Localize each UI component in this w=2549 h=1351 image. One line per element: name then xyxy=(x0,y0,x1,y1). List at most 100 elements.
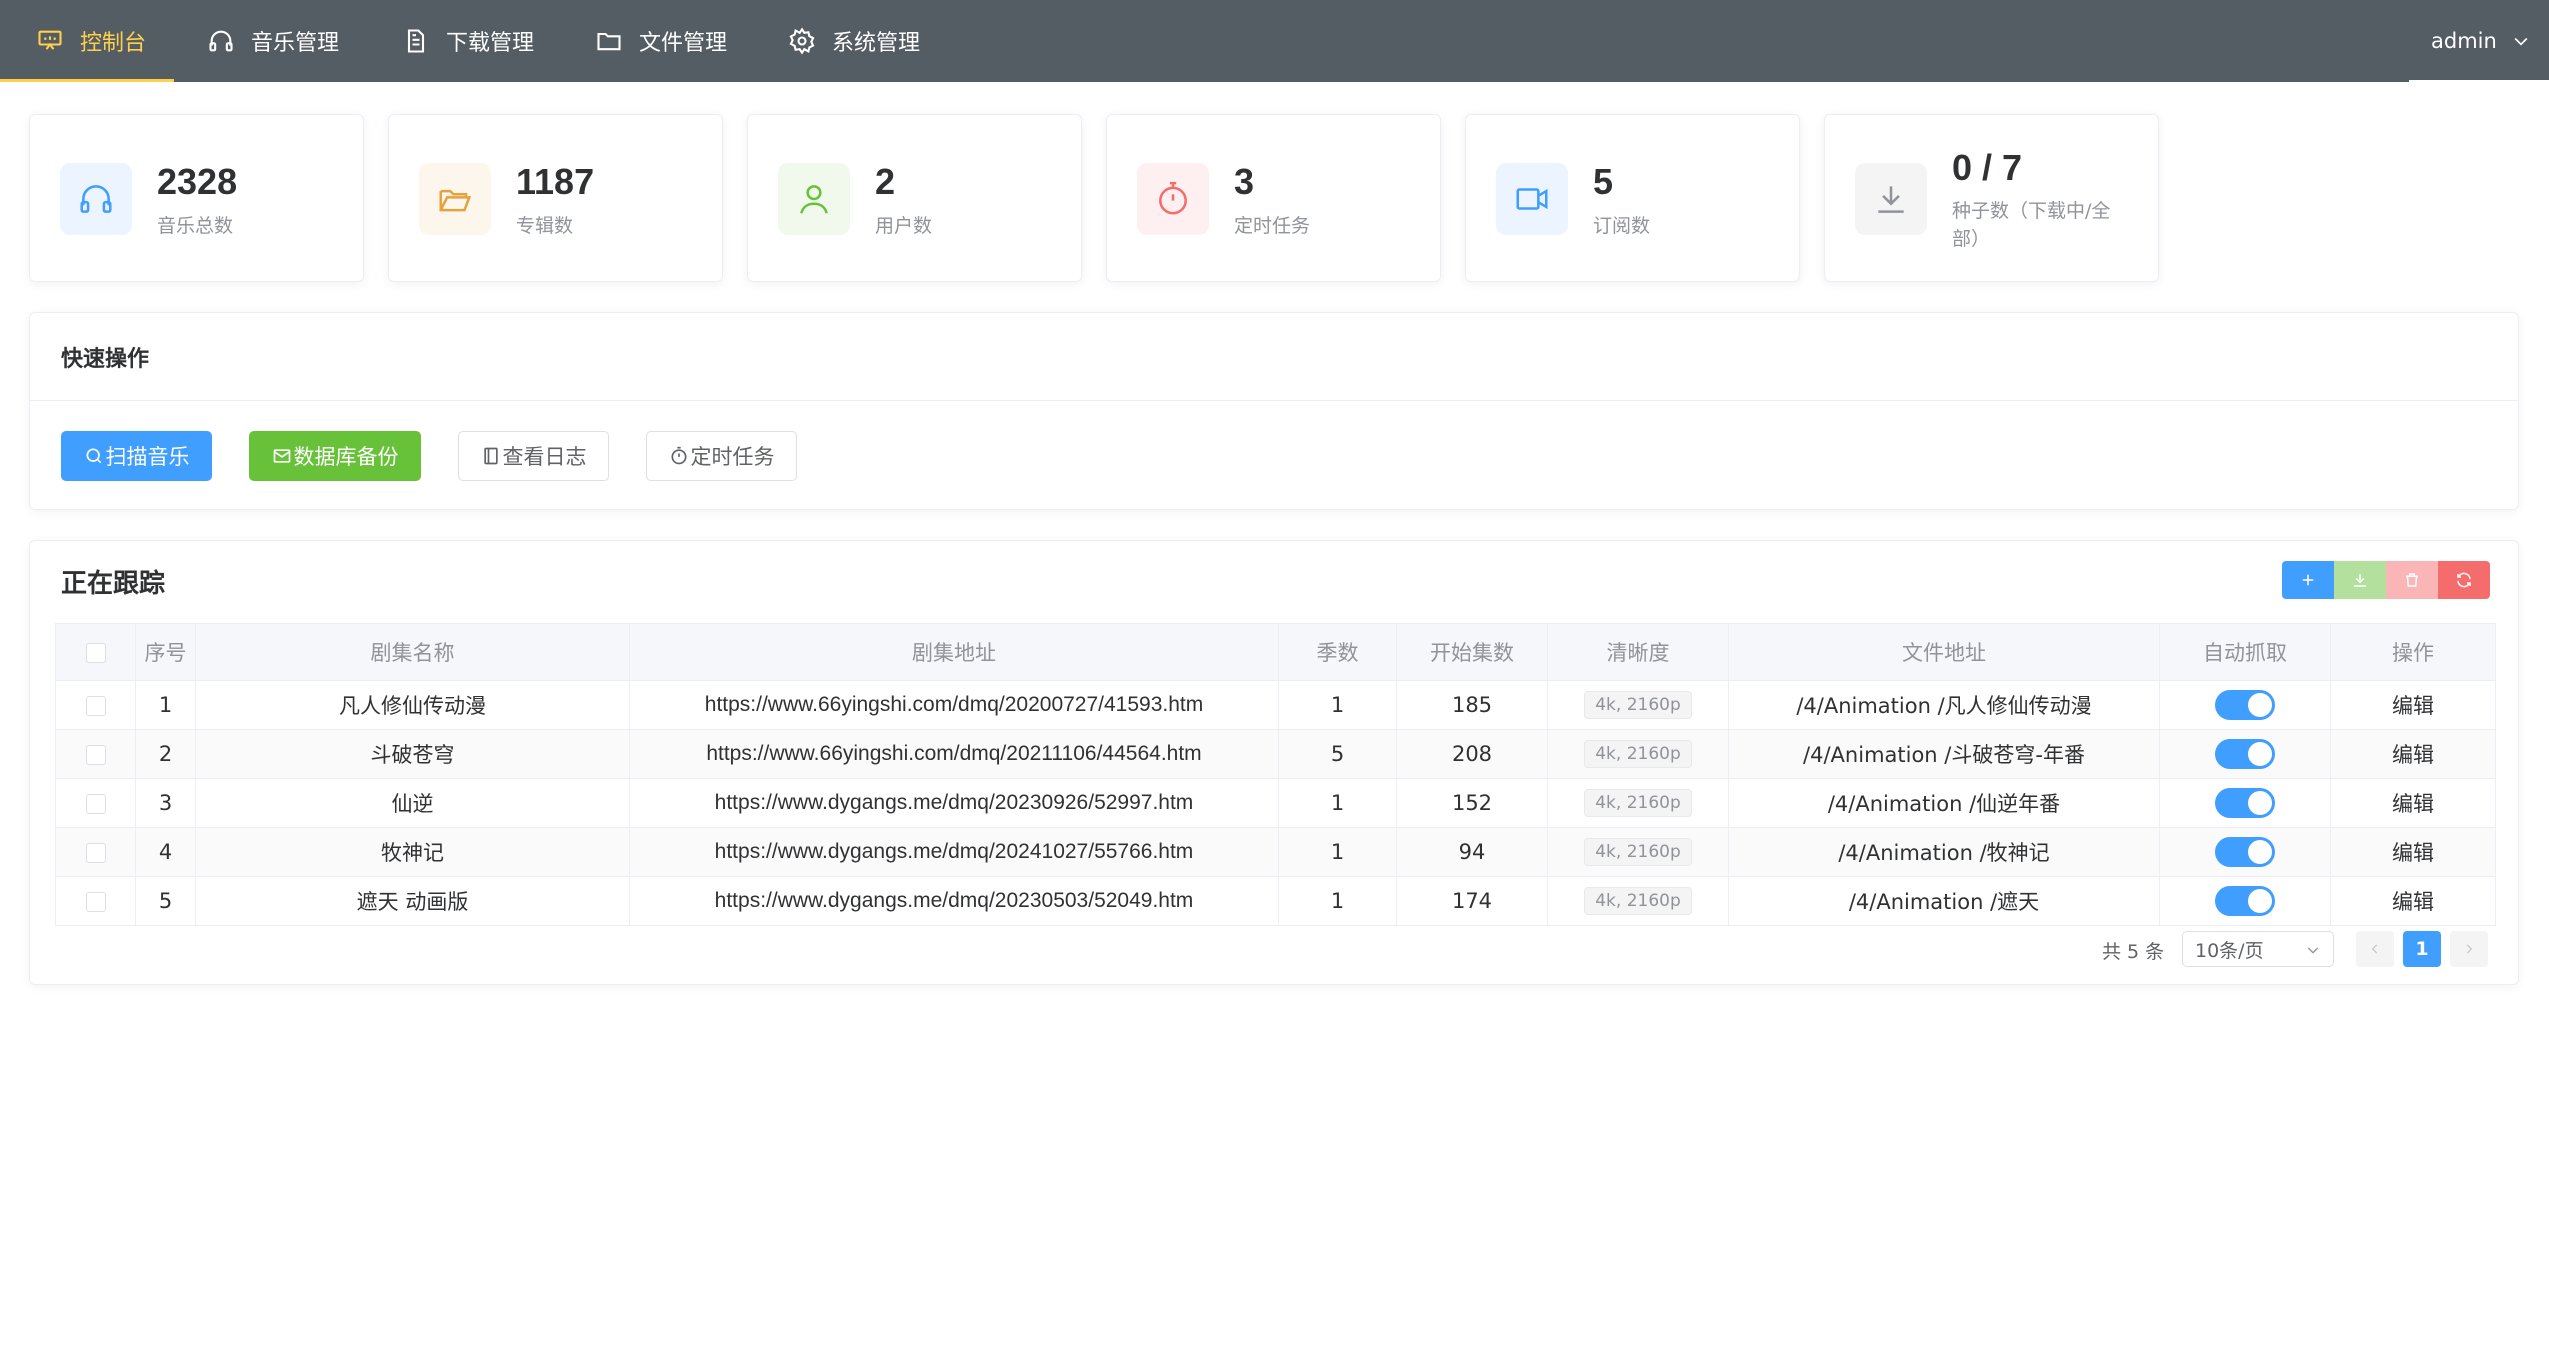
next-page-button[interactable] xyxy=(2450,931,2488,967)
row-select-cell[interactable] xyxy=(55,876,136,926)
season: 1 xyxy=(1278,827,1397,877)
delete-button[interactable] xyxy=(2386,561,2438,599)
auto-fetch-cell xyxy=(2159,729,2331,779)
auto-fetch-toggle[interactable] xyxy=(2215,886,2275,916)
stat-label: 音乐总数 xyxy=(157,215,234,237)
row-checkbox[interactable] xyxy=(85,696,106,716)
add-button[interactable] xyxy=(2282,561,2334,599)
edit-link[interactable]: 编辑 xyxy=(2330,778,2496,828)
table-row: 5 遮天 动画版 https://www.dygangs.me/dmq/2023… xyxy=(55,876,2496,926)
quality-tag: 4k, 2160p xyxy=(1584,740,1692,768)
nav-label: 下载管理 xyxy=(446,31,535,56)
nav-item-files[interactable]: 文件管理 xyxy=(595,0,727,82)
edit-link[interactable]: 编辑 xyxy=(2330,680,2496,730)
stat-value: 3 xyxy=(1234,161,1255,202)
folder-open-icon xyxy=(439,189,472,212)
row-select-cell[interactable] xyxy=(55,680,136,730)
row-select-cell[interactable] xyxy=(55,778,136,828)
quality-tag: 4k, 2160p xyxy=(1584,838,1692,866)
nav-item-music[interactable]: 音乐管理 xyxy=(207,0,339,82)
download-button[interactable] xyxy=(2334,561,2386,599)
stat-value: 5 xyxy=(1593,161,1614,202)
row-checkbox[interactable] xyxy=(85,794,106,814)
quick-actions-panel: 快速操作 扫描音乐 数据库备份 查看日志 定时任务 xyxy=(29,312,2519,510)
quality-tag: 4k, 2160p xyxy=(1584,691,1692,719)
season: 5 xyxy=(1278,729,1397,779)
season: 1 xyxy=(1278,680,1397,730)
scan-music-button[interactable]: 扫描音乐 xyxy=(61,431,212,481)
refresh-button[interactable] xyxy=(2438,561,2490,599)
nav-label: 文件管理 xyxy=(639,31,728,56)
select-all-cell[interactable] xyxy=(55,623,136,681)
select-all-checkbox[interactable] xyxy=(85,643,106,663)
quality-cell: 4k, 2160p xyxy=(1547,680,1729,730)
user-menu[interactable]: admin xyxy=(2409,0,2549,82)
nav-item-system[interactable]: 系统管理 xyxy=(788,0,920,82)
button-label: 扫描音乐 xyxy=(105,445,190,469)
page-number-current[interactable]: 1 xyxy=(2403,931,2441,967)
auto-fetch-toggle[interactable] xyxy=(2215,690,2275,720)
auto-fetch-toggle[interactable] xyxy=(2215,788,2275,818)
envelope-icon xyxy=(273,449,290,463)
row-select-cell[interactable] xyxy=(55,729,136,779)
quality-tag: 4k, 2160p xyxy=(1584,887,1692,915)
toggle-knob xyxy=(2248,742,2272,766)
start-episode: 208 xyxy=(1396,729,1548,779)
stat-card-torrents: 0 / 7 种子数（下载中/全部） xyxy=(1824,114,2159,282)
row-checkbox[interactable] xyxy=(85,745,106,765)
prev-page-button[interactable] xyxy=(2356,931,2394,967)
nav-label: 控制台 xyxy=(80,31,147,56)
start-episode: 152 xyxy=(1396,778,1548,828)
stat-label: 专辑数 xyxy=(516,215,574,237)
file-path: /4/Animation /凡人修仙传动漫 xyxy=(1728,680,2160,730)
start-episode: 94 xyxy=(1396,827,1548,877)
column-header: 文件地址 xyxy=(1728,623,2160,681)
row-checkbox[interactable] xyxy=(85,892,106,912)
edit-link[interactable]: 编辑 xyxy=(2330,827,2496,877)
database-backup-button[interactable]: 数据库备份 xyxy=(249,431,421,481)
nav-label: 系统管理 xyxy=(832,31,921,56)
table-header-row: 序号 剧集名称 剧集地址 季数 开始集数 清晰度 文件地址 自动抓取 操作 xyxy=(55,623,2496,681)
stat-value: 2328 xyxy=(157,161,238,202)
stat-icon-box xyxy=(1855,163,1927,235)
page-size-value: 10条/页 xyxy=(2195,939,2264,962)
stat-icon-box xyxy=(1137,163,1209,235)
notebook-icon xyxy=(483,447,498,465)
headphones-icon xyxy=(209,30,233,52)
nav-item-download[interactable]: 下载管理 xyxy=(402,0,534,82)
stat-card-users: 2 用户数 xyxy=(747,114,1082,282)
view-logs-button[interactable]: 查看日志 xyxy=(458,431,609,481)
column-header: 剧集名称 xyxy=(195,623,630,681)
stat-card-music: 2328 音乐总数 xyxy=(29,114,364,282)
chevron-right-icon xyxy=(2466,944,2473,954)
file-path: /4/Animation /斗破苍穹-年番 xyxy=(1728,729,2160,779)
button-label: 定时任务 xyxy=(690,445,775,469)
plus-icon xyxy=(2302,574,2314,586)
stat-card-tasks: 3 定时任务 xyxy=(1106,114,1441,282)
page-size-select[interactable]: 10条/页 xyxy=(2182,931,2334,967)
stat-label: 用户数 xyxy=(875,215,933,237)
nav-item-dashboard[interactable]: 控制台 xyxy=(0,0,174,82)
auto-fetch-toggle[interactable] xyxy=(2215,739,2275,769)
edit-link[interactable]: 编辑 xyxy=(2330,729,2496,779)
edit-link[interactable]: 编辑 xyxy=(2330,876,2496,926)
column-header: 清晰度 xyxy=(1547,623,1729,681)
stat-value: 1187 xyxy=(516,161,595,202)
video-camera-icon xyxy=(1516,188,1548,210)
trash-icon xyxy=(2406,573,2418,587)
stat-icon-box xyxy=(778,163,850,235)
series-url: https://www.dygangs.me/dmq/20230926/5299… xyxy=(629,778,1279,828)
auto-fetch-toggle[interactable] xyxy=(2215,837,2275,867)
series-url: https://www.dygangs.me/dmq/20241027/5576… xyxy=(629,827,1279,877)
row-select-cell[interactable] xyxy=(55,827,136,877)
column-header: 序号 xyxy=(135,623,196,681)
headphones-icon xyxy=(80,185,112,213)
row-checkbox[interactable] xyxy=(85,843,106,863)
scheduled-tasks-button[interactable]: 定时任务 xyxy=(646,431,797,481)
column-header: 剧集地址 xyxy=(629,623,1279,681)
file-path: /4/Animation /遮天 xyxy=(1728,876,2160,926)
username: admin xyxy=(2431,29,2497,53)
column-header: 季数 xyxy=(1278,623,1397,681)
row-index: 5 xyxy=(135,876,196,926)
gear-icon xyxy=(789,27,815,55)
